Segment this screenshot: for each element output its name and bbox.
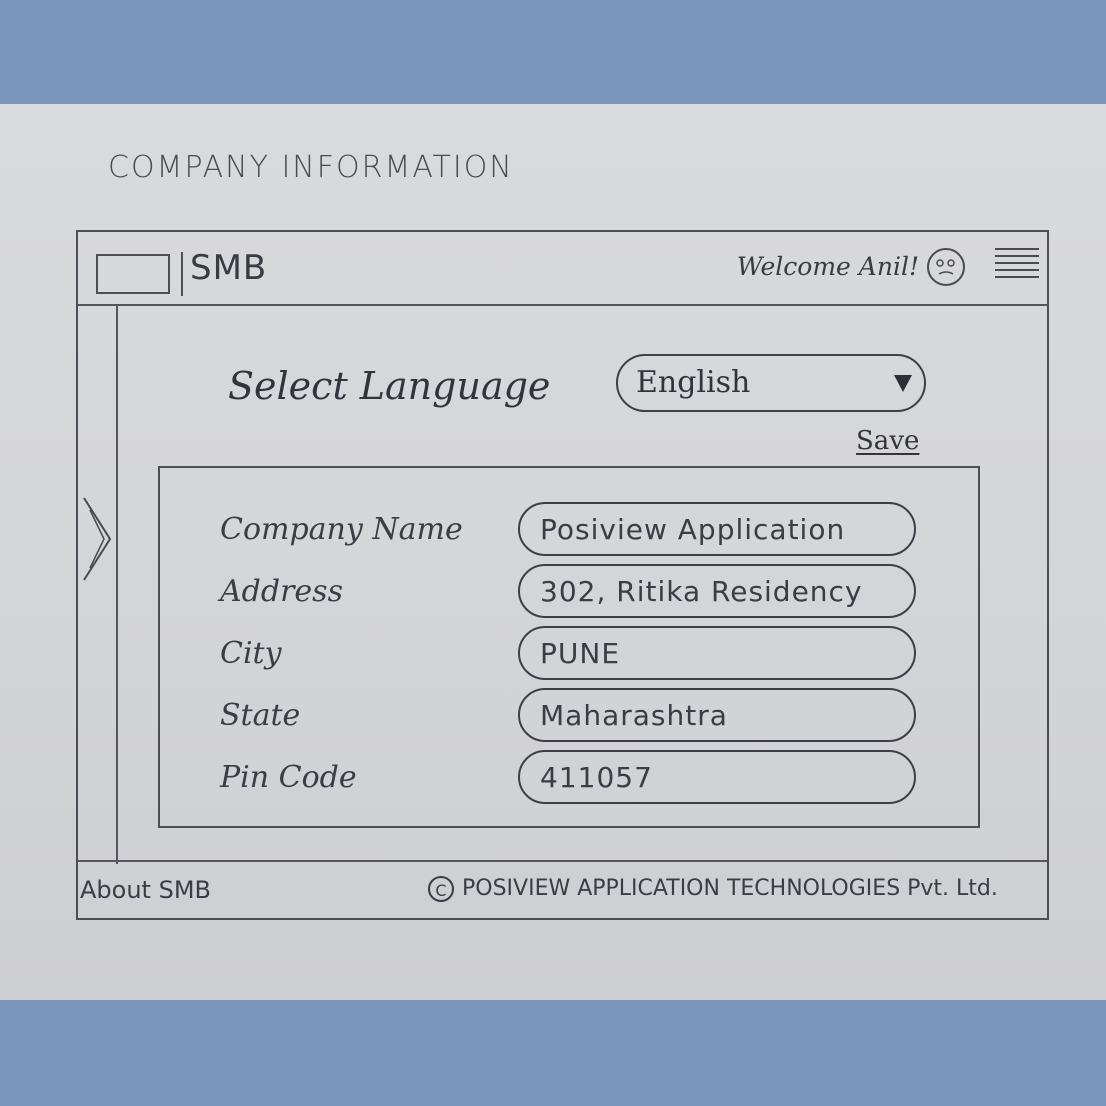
copyright-icon: C — [428, 876, 454, 902]
triangle-down-icon[interactable] — [892, 372, 914, 394]
company-form: Company Name Posiview Application Addres… — [158, 466, 980, 828]
footer-bar: About SMB C POSIVIEW APPLICATION TECHNOLO… — [78, 860, 1047, 918]
page-heading: COMPANY INFORMATION — [108, 150, 514, 185]
brand-name[interactable]: SMB — [190, 248, 267, 288]
welcome-message: Welcome Anil! — [736, 252, 919, 281]
copyright-text: C POSIVIEW APPLICATION TECHNOLOGIES Pvt. … — [428, 876, 998, 902]
header-bar: SMB Welcome Anil! — [78, 232, 1047, 306]
form-row-company-name: Company Name Posiview Application — [160, 502, 978, 562]
state-label: State — [220, 698, 301, 733]
address-value: 302, Ritika Residency — [540, 575, 863, 608]
state-value: Maharashtra — [540, 699, 728, 732]
address-label: Address — [220, 574, 343, 609]
city-field[interactable]: PUNE — [518, 626, 916, 680]
sidebar — [78, 304, 118, 864]
language-selected-value: English — [636, 365, 751, 400]
smiley-face-icon[interactable] — [927, 248, 965, 286]
company-name-label: Company Name — [220, 512, 463, 547]
language-dropdown[interactable]: English — [616, 354, 926, 412]
chevron-right-icon[interactable] — [80, 494, 114, 584]
form-row-address: Address 302, Ritika Residency — [160, 564, 978, 624]
address-field[interactable]: 302, Ritika Residency — [518, 564, 916, 618]
copyright-label: POSIVIEW APPLICATION TECHNOLOGIES Pvt. L… — [462, 876, 998, 901]
pin-code-value: 411057 — [540, 761, 653, 794]
select-language-label: Select Language — [228, 364, 551, 408]
state-field[interactable]: Maharashtra — [518, 688, 916, 742]
save-button[interactable]: Save — [856, 426, 919, 456]
pin-code-label: Pin Code — [220, 760, 357, 795]
form-row-city: City PUNE — [160, 626, 978, 686]
pin-code-field[interactable]: 411057 — [518, 750, 916, 804]
hamburger-menu-icon[interactable] — [995, 248, 1039, 284]
app-window: SMB Welcome Anil! Select Language Englis… — [76, 230, 1049, 920]
form-row-pin-code: Pin Code 411057 — [160, 750, 978, 810]
city-label: City — [220, 636, 282, 671]
company-name-value: Posiview Application — [540, 513, 846, 546]
about-link[interactable]: About SMB — [80, 876, 211, 904]
logo-divider — [181, 252, 183, 296]
city-value: PUNE — [540, 637, 621, 670]
form-row-state: State Maharashtra — [160, 688, 978, 748]
logo-placeholder[interactable] — [96, 254, 170, 294]
company-name-field[interactable]: Posiview Application — [518, 502, 916, 556]
